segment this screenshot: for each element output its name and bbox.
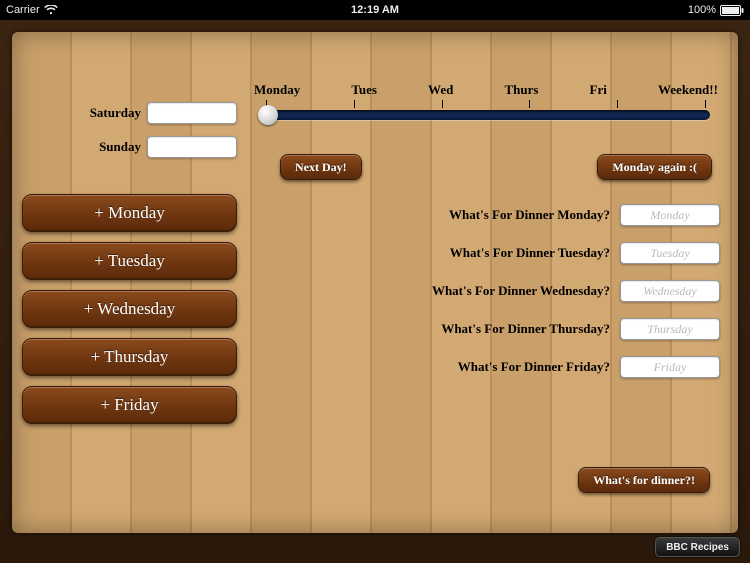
saturday-label: Saturday: [90, 105, 141, 121]
timeline: Monday Tues Wed Thurs Fri Weekend!!: [252, 82, 720, 152]
dinner-input-monday[interactable]: Monday: [620, 204, 720, 226]
tick: [529, 100, 530, 108]
dinner-label: What's For Dinner Monday?: [449, 207, 610, 223]
status-left: Carrier: [6, 5, 58, 16]
battery-pct: 100%: [688, 5, 716, 16]
dinner-input-friday[interactable]: Friday: [620, 356, 720, 378]
dinner-row-tuesday: What's For Dinner Tuesday? Tuesday: [390, 242, 720, 264]
dinner-input-tuesday[interactable]: Tuesday: [620, 242, 720, 264]
app-frame: Saturday Sunday + Monday + Tuesday + Wed…: [0, 20, 750, 563]
dinner-label: What's For Dinner Wednesday?: [432, 283, 610, 299]
battery-icon: [720, 5, 744, 16]
add-tuesday-button[interactable]: + Tuesday: [22, 242, 237, 280]
whats-for-dinner-button[interactable]: What's for dinner?!: [578, 467, 710, 493]
saturday-input[interactable]: [147, 102, 237, 124]
timeline-label-thu: Thurs: [504, 82, 538, 98]
timeline-label-mon: Monday: [254, 82, 300, 98]
timeline-label-fri: Fri: [590, 82, 607, 98]
next-day-button[interactable]: Next Day!: [280, 154, 362, 180]
timeline-label-weekend: Weekend!!: [658, 82, 718, 98]
monday-again-button[interactable]: Monday again :(: [597, 154, 712, 180]
timeline-labels: Monday Tues Wed Thurs Fri Weekend!!: [252, 82, 720, 98]
tick: [354, 100, 355, 108]
sunday-label: Sunday: [99, 139, 141, 155]
saturday-row: Saturday: [22, 102, 237, 124]
status-bar: Carrier 12:19 AM 100%: [0, 0, 750, 20]
day-buttons-group: + Monday + Tuesday + Wednesday + Thursda…: [22, 194, 237, 424]
sunday-input[interactable]: [147, 136, 237, 158]
day-slider-thumb[interactable]: [258, 105, 278, 125]
left-column: Saturday Sunday + Monday + Tuesday + Wed…: [22, 102, 237, 434]
tick: [442, 100, 443, 108]
dinner-row-monday: What's For Dinner Monday? Monday: [390, 204, 720, 226]
timeline-ticks: [252, 100, 720, 108]
dinner-label: What's For Dinner Thursday?: [441, 321, 610, 337]
dinner-input-thursday[interactable]: Thursday: [620, 318, 720, 340]
status-right: 100%: [688, 5, 744, 16]
dinner-row-thursday: What's For Dinner Thursday? Thursday: [390, 318, 720, 340]
dinner-label: What's For Dinner Friday?: [458, 359, 610, 375]
add-wednesday-button[interactable]: + Wednesday: [22, 290, 237, 328]
timeline-label-tue: Tues: [351, 82, 377, 98]
dinner-row-friday: What's For Dinner Friday? Friday: [390, 356, 720, 378]
wood-surface: Saturday Sunday + Monday + Tuesday + Wed…: [12, 32, 738, 533]
tick: [617, 100, 618, 108]
add-friday-button[interactable]: + Friday: [22, 386, 237, 424]
add-thursday-button[interactable]: + Thursday: [22, 338, 237, 376]
sunday-row: Sunday: [22, 136, 237, 158]
dinner-label: What's For Dinner Tuesday?: [450, 245, 610, 261]
bbc-recipes-button[interactable]: BBC Recipes: [655, 537, 740, 557]
tick: [705, 100, 706, 108]
day-slider[interactable]: [262, 110, 710, 120]
dinner-input-wednesday[interactable]: Wednesday: [620, 280, 720, 302]
timeline-label-wed: Wed: [428, 82, 453, 98]
status-time: 12:19 AM: [351, 5, 399, 16]
add-monday-button[interactable]: + Monday: [22, 194, 237, 232]
dinner-rows: What's For Dinner Monday? Monday What's …: [390, 204, 720, 394]
dinner-row-wednesday: What's For Dinner Wednesday? Wednesday: [390, 280, 720, 302]
wifi-icon: [44, 5, 58, 15]
carrier-label: Carrier: [6, 5, 40, 16]
